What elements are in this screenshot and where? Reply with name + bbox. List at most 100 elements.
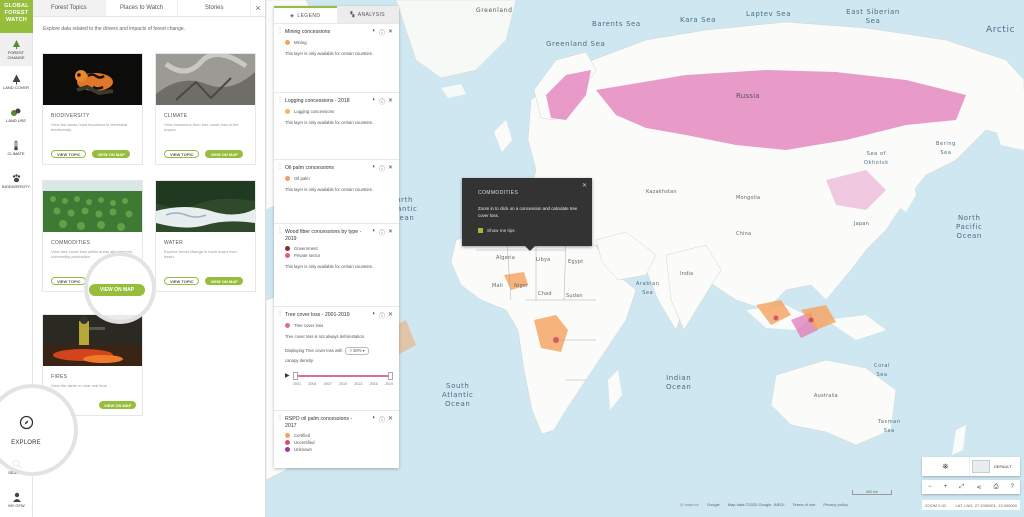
label-japan: Japan	[854, 221, 869, 227]
view-topic-button[interactable]: VIEW TOPIC	[164, 150, 200, 158]
nav-item-explore[interactable]: EXPLORE	[4, 408, 48, 452]
tab-legend[interactable]: ◈ LEGEND	[274, 6, 337, 23]
tab-places-to-watch[interactable]: Places to Watch	[106, 0, 179, 16]
remove-layer-icon[interactable]: ✕	[388, 28, 393, 37]
view-on-map-button[interactable]: VIEW ON MAP	[99, 401, 137, 409]
view-on-map-button[interactable]: VIEW ON MAP	[205, 150, 243, 158]
info-icon[interactable]: ⓘ	[379, 228, 385, 237]
basemap-switcher[interactable]: ⛯ DEFAULT	[922, 457, 1020, 476]
timeline-handle-start[interactable]	[293, 371, 298, 380]
zoom-in-icon[interactable]: +	[944, 484, 948, 490]
label-north-pacific: North Pacific Ocean	[956, 214, 983, 240]
view-on-map-button[interactable]: VIEW ON MAP	[205, 277, 243, 285]
opacity-icon[interactable]: ◐	[372, 97, 376, 106]
view-on-map-button[interactable]: VIEW ON MAP	[92, 150, 130, 158]
terms-of-use-link[interactable]: Terms of use	[793, 502, 816, 507]
legend-panel: ◈ LEGEND ▚ ANALYSIS ⋮ Mining concessions…	[274, 6, 399, 468]
drag-handle-icon[interactable]: ⋮	[277, 415, 283, 421]
label-kara-sea: Kara Sea	[680, 16, 716, 24]
drag-handle-icon[interactable]: ⋮	[277, 97, 283, 103]
legend-item-label: Oil palm	[294, 175, 310, 181]
legend-item-label: Uncertified	[294, 440, 315, 445]
show-tips-row[interactable]: Show me tips	[478, 228, 515, 233]
satellite-toggle[interactable]: ⛯	[922, 457, 970, 476]
close-panel-icon[interactable]: ×	[251, 0, 265, 16]
opacity-icon[interactable]: ◐	[372, 164, 376, 173]
timeline-year: 2010	[338, 381, 347, 386]
coords-bar: ZOOM 2.00 LAT, LNG: 27.2000001, 13.00000…	[922, 500, 1020, 510]
label-australia: Australia	[814, 393, 838, 399]
info-icon[interactable]: ⓘ	[379, 311, 385, 320]
remove-layer-icon[interactable]: ✕	[388, 415, 393, 424]
layer-title: Logging concessions - 2018	[285, 98, 350, 104]
legend-item-label: Government	[294, 246, 318, 251]
nav-item-my-gfw[interactable]: MY GFW	[0, 484, 33, 517]
view-on-map-highlighted-button[interactable]: VIEW ON MAP	[89, 284, 145, 296]
help-icon[interactable]: ?	[1011, 484, 1014, 490]
view-topic-button[interactable]: VIEW TOPIC	[51, 277, 87, 285]
view-topic-button[interactable]: VIEW TOPIC	[51, 150, 87, 158]
canopy-density-select[interactable]: > 30% ▾	[345, 346, 369, 355]
legend-layer-tree-cover-loss: ⋮ Tree cover loss - 2001-2019 ◐ ⓘ ✕ Tree c…	[274, 306, 399, 410]
show-tips-checkbox[interactable]	[478, 228, 483, 233]
drag-handle-icon[interactable]: ⋮	[277, 228, 283, 234]
nav-item-biodiversity[interactable]: Biodiversity	[0, 165, 32, 198]
layer-note: This layer is only available for certain…	[285, 50, 373, 56]
privacy-policy-link[interactable]: Privacy policy	[823, 502, 847, 507]
explore-tabs: Forest Topics Places to Watch Stories ×	[33, 0, 265, 17]
drag-handle-icon[interactable]: ⋮	[277, 164, 283, 170]
remove-layer-icon[interactable]: ✕	[388, 164, 393, 173]
remove-layer-icon[interactable]: ✕	[388, 97, 393, 106]
timeline-year: 2013	[354, 381, 363, 386]
opacity-icon[interactable]: ◐	[372, 415, 376, 424]
layer-note: Tree cover loss is not always deforestat…	[285, 333, 366, 339]
opacity-icon[interactable]: ◐	[372, 28, 376, 37]
legend-item: Unknown	[285, 447, 393, 452]
commodities-popup: COMMODITIES ✕ Zoom in to click on a conc…	[462, 178, 592, 251]
close-popup-icon[interactable]: ✕	[582, 182, 587, 189]
tab-stories[interactable]: Stories	[178, 0, 252, 16]
info-icon[interactable]: ⓘ	[379, 97, 385, 106]
legend-swatch	[285, 246, 290, 251]
info-icon[interactable]: ⓘ	[379, 28, 385, 37]
print-icon[interactable]: ⎙	[994, 484, 999, 491]
nav-item-land-cover[interactable]: Land cover	[0, 66, 32, 99]
fullscreen-icon[interactable]: ⤢	[959, 484, 964, 491]
label-kazakhstan: Kazakhstan	[646, 189, 677, 195]
label-greenland-sea: Greenland Sea	[546, 40, 606, 48]
legend-swatch	[285, 175, 290, 181]
gfw-logo[interactable]: GLOBAL FOREST WATCH	[0, 0, 33, 33]
nav-label-explore: EXPLORE	[11, 439, 41, 446]
nav-item-climate[interactable]: Climate	[0, 132, 32, 165]
basemap-default[interactable]: DEFAULT	[970, 457, 1019, 476]
timeline-year: 2016	[369, 381, 378, 386]
basemap-thumb	[972, 460, 990, 473]
share-icon[interactable]: ⋖	[976, 484, 981, 491]
zoom-out-icon[interactable]: −	[928, 484, 932, 490]
app-root: GLOBAL FOREST WATCH Forest change Land c…	[0, 0, 1024, 517]
nav-item-forest-change[interactable]: Forest change	[0, 33, 32, 66]
timeline-handle-end[interactable]	[388, 371, 393, 380]
remove-layer-icon[interactable]: ✕	[388, 311, 393, 320]
info-icon[interactable]: ⓘ	[379, 415, 385, 424]
drag-handle-icon[interactable]: ⋮	[277, 28, 283, 34]
layer-controls: ◐ ⓘ ✕	[372, 228, 393, 237]
timeline-track[interactable]	[295, 374, 391, 377]
nav-label-my-gfw: MY GFW	[8, 503, 25, 509]
opacity-icon[interactable]: ◐	[372, 311, 376, 320]
opacity-icon[interactable]: ◐	[372, 228, 376, 237]
topic-desc: View the areas most important to terrest…	[51, 122, 128, 132]
nav-label-climate: Climate	[7, 151, 25, 157]
legend-swatch	[285, 39, 290, 45]
remove-layer-icon[interactable]: ✕	[388, 228, 393, 237]
layer-controls: ◐ ⓘ ✕	[372, 311, 393, 320]
scale-bar: 500 km	[852, 490, 892, 495]
tab-analysis[interactable]: ▚ ANALYSIS	[336, 6, 399, 23]
tab-forest-topics[interactable]: Forest Topics	[33, 0, 106, 16]
play-icon[interactable]: ▶	[285, 372, 290, 379]
logo-line-1: GLOBAL	[4, 3, 29, 9]
drag-handle-icon[interactable]: ⋮	[277, 311, 283, 317]
info-icon[interactable]: ⓘ	[379, 164, 385, 173]
nav-item-land-use[interactable]: Land use	[0, 99, 32, 132]
view-topic-button[interactable]: VIEW TOPIC	[164, 277, 200, 285]
